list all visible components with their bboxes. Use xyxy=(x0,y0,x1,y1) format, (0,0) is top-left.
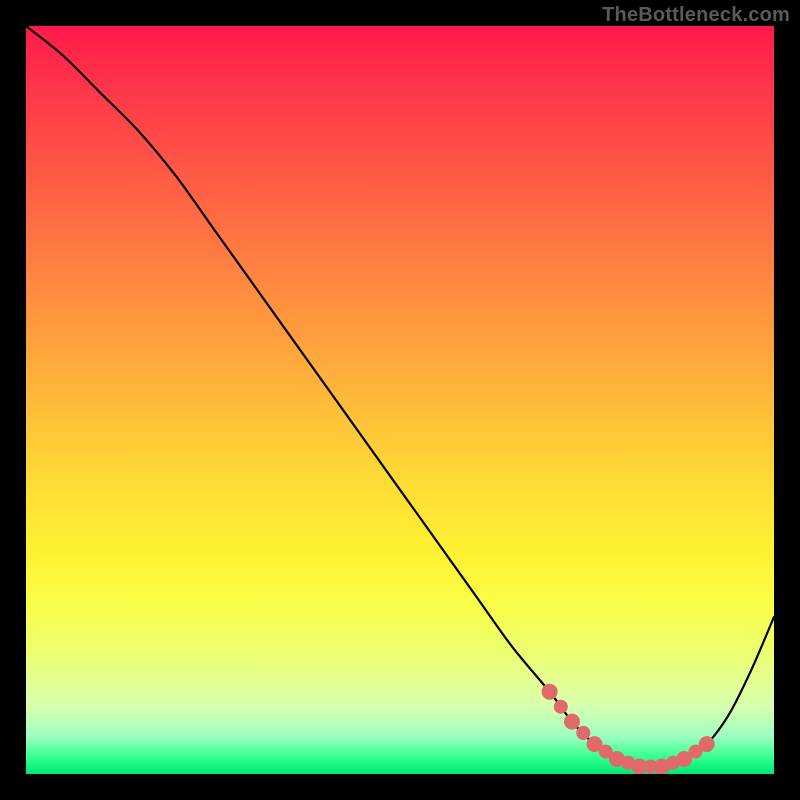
attribution-text: TheBottleneck.com xyxy=(602,4,790,27)
sweet-spot-dot xyxy=(554,700,568,714)
sweet-spot-markers xyxy=(542,684,715,774)
bottleneck-curve xyxy=(26,26,774,767)
sweet-spot-dot xyxy=(576,726,590,740)
sweet-spot-dot xyxy=(564,714,580,730)
sweet-spot-dot xyxy=(699,736,715,752)
chart-frame xyxy=(26,26,774,774)
sweet-spot-dot xyxy=(542,684,558,700)
chart-svg xyxy=(26,26,774,774)
